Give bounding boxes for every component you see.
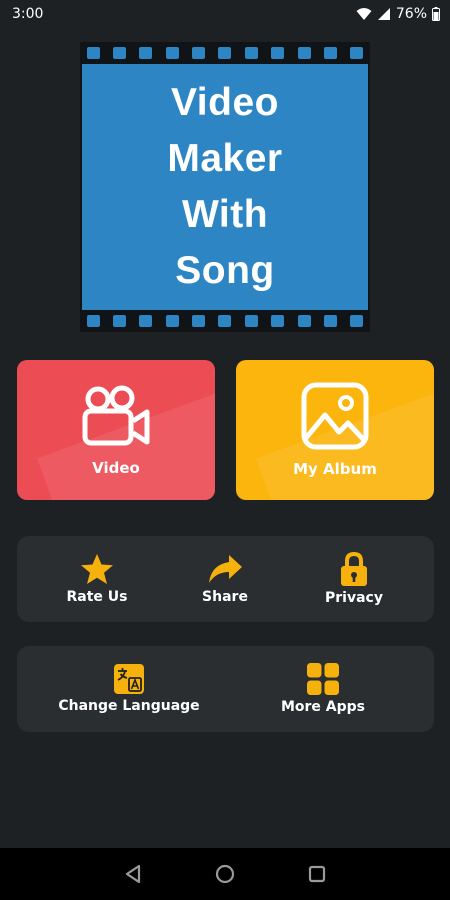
- banner-title-line: Song: [175, 249, 275, 292]
- video-button[interactable]: Video: [17, 360, 215, 500]
- image-gallery-icon: [301, 382, 369, 450]
- recents-icon[interactable]: [305, 862, 329, 886]
- share-label: Share: [202, 589, 248, 605]
- battery-icon: [432, 7, 440, 21]
- share-arrow-icon: [209, 555, 242, 583]
- privacy-button[interactable]: Privacy: [296, 536, 412, 622]
- banner-title-line: With: [181, 193, 269, 236]
- translate-icon: [114, 664, 144, 694]
- app-logo-banner: Video Maker With Song: [80, 42, 370, 332]
- lock-icon: [341, 552, 367, 586]
- status-icons: 76%: [356, 6, 440, 22]
- status-time: 3:00: [12, 6, 44, 22]
- change-language-button[interactable]: Change Language: [49, 646, 209, 732]
- privacy-label: Privacy: [325, 590, 383, 606]
- rate-us-label: Rate Us: [66, 589, 128, 605]
- my-album-button[interactable]: My Album: [236, 360, 434, 500]
- options-panel: Rate Us Share Privacy: [17, 536, 434, 622]
- signal-icon: [377, 8, 390, 20]
- more-apps-label: More Apps: [280, 699, 366, 715]
- video-camera-icon: [82, 385, 150, 446]
- star-icon: [81, 554, 113, 584]
- options-panel-secondary: Change Language More Apps: [17, 646, 434, 732]
- rate-us-button[interactable]: Rate Us: [39, 536, 155, 622]
- home-icon[interactable]: [213, 862, 237, 886]
- my-album-button-label: My Album: [293, 460, 377, 478]
- back-icon[interactable]: [122, 862, 146, 886]
- banner-title-line: Maker: [167, 137, 283, 180]
- video-button-label: Video: [92, 459, 140, 477]
- share-button[interactable]: Share: [167, 536, 283, 622]
- banner-title-area: Video Maker With Song: [82, 64, 368, 310]
- wifi-icon: [356, 8, 372, 20]
- change-language-label: Change Language: [58, 698, 200, 714]
- system-nav-bar: [0, 848, 450, 900]
- status-bar: 3:00 76%: [0, 0, 450, 28]
- banner-title-line: Video: [171, 81, 279, 124]
- battery-percentage: 76%: [395, 6, 427, 22]
- more-apps-button[interactable]: More Apps: [245, 646, 401, 732]
- film-strip-bottom: [80, 310, 370, 332]
- film-strip-top: [80, 42, 370, 64]
- apps-grid-icon: [307, 663, 339, 695]
